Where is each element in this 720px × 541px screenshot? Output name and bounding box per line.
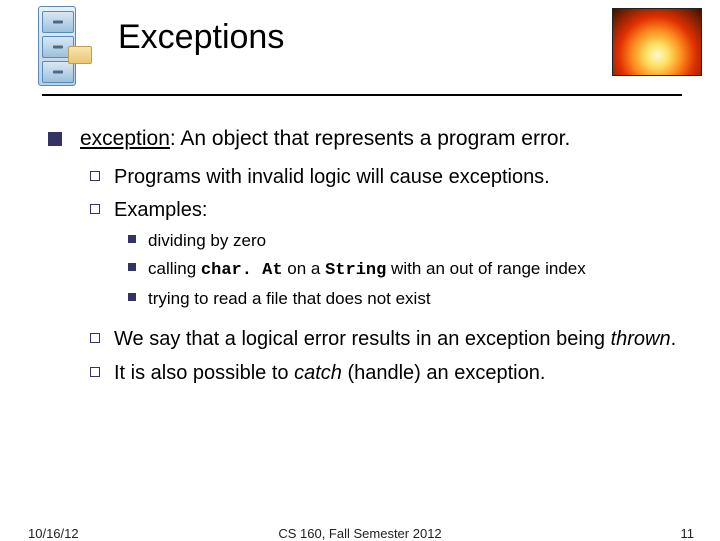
text-fragment: . bbox=[671, 328, 677, 350]
text-fragment: We say that a logical error results in a… bbox=[114, 328, 611, 350]
slide-body: exception: An object that represents a p… bbox=[0, 108, 720, 387]
bullet-level2: Programs with invalid logic will cause e… bbox=[90, 165, 690, 191]
text-fragment: on a bbox=[283, 259, 326, 278]
bullet-level2: We say that a logical error results in a… bbox=[90, 327, 690, 353]
footer-course: CS 160, Fall Semester 2012 bbox=[278, 526, 441, 541]
italic-text: catch bbox=[294, 362, 342, 384]
bullet-level1: exception: An object that represents a p… bbox=[48, 126, 690, 153]
slide-title: Exceptions bbox=[118, 18, 284, 57]
small-square-bullet-icon bbox=[128, 263, 136, 271]
text-fragment: It is also possible to bbox=[114, 362, 294, 384]
footer-date: 10/16/12 bbox=[28, 526, 79, 541]
sub-bullet-text: We say that a logical error results in a… bbox=[114, 327, 676, 353]
outline-square-bullet-icon bbox=[90, 333, 100, 343]
small-square-bullet-icon bbox=[128, 293, 136, 301]
outline-square-bullet-icon bbox=[90, 171, 100, 181]
outline-square-bullet-icon bbox=[90, 367, 100, 377]
file-cabinet-icon bbox=[38, 6, 90, 92]
bullet-level3: calling char. At on a String with an out… bbox=[128, 258, 690, 282]
definition-text: : An object that represents a program er… bbox=[170, 127, 570, 150]
sub-bullet-text: It is also possible to catch (handle) an… bbox=[114, 361, 545, 387]
code-text: char. At bbox=[201, 261, 283, 280]
example-text: trying to read a file that does not exis… bbox=[148, 288, 431, 310]
outline-square-bullet-icon bbox=[90, 204, 100, 214]
sub-bullet-text: Examples: bbox=[114, 198, 207, 224]
text-fragment: calling bbox=[148, 259, 201, 278]
example-text: calling char. At on a String with an out… bbox=[148, 258, 586, 282]
text-fragment: (handle) an exception. bbox=[342, 362, 545, 384]
small-square-bullet-icon bbox=[128, 235, 136, 243]
example-text: dividing by zero bbox=[148, 230, 266, 252]
title-underline bbox=[42, 94, 682, 96]
slide-header: Exceptions bbox=[0, 0, 720, 100]
bullet-level2: Examples: bbox=[90, 198, 690, 224]
bullet-level3: trying to read a file that does not exis… bbox=[128, 288, 690, 310]
footer-page-number: 11 bbox=[681, 526, 695, 541]
sub-bullet-text: Programs with invalid logic will cause e… bbox=[114, 165, 550, 191]
text-fragment: with an out of range index bbox=[386, 259, 585, 278]
bullet-level3: dividing by zero bbox=[128, 230, 690, 252]
bullet-level2: It is also possible to catch (handle) an… bbox=[90, 361, 690, 387]
italic-text: thrown bbox=[611, 328, 671, 350]
term: exception bbox=[80, 127, 170, 150]
explosion-icon bbox=[612, 8, 702, 76]
square-bullet-icon bbox=[48, 132, 62, 146]
code-text: String bbox=[325, 261, 386, 280]
